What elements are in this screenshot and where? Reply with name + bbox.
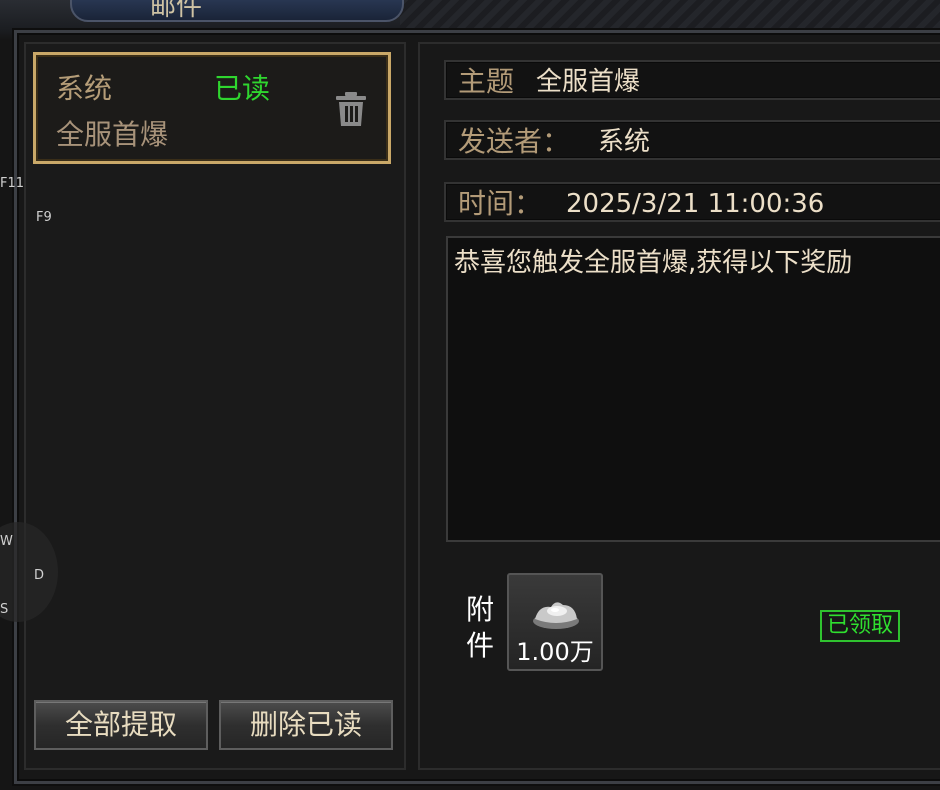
- top-ornament: [400, 0, 940, 30]
- subject-label: 主题: [458, 65, 515, 98]
- sender-label: 发送者：: [458, 125, 571, 158]
- mail-item-subject: 全服首爆: [56, 118, 169, 151]
- trash-icon[interactable]: [334, 91, 368, 127]
- title-plate: [70, 0, 404, 22]
- attachment-label-line1: 附: [465, 593, 494, 626]
- mail-list-item[interactable]: 系统 已读 全服首爆: [33, 52, 391, 164]
- attachment-count: 1.00万: [516, 638, 594, 666]
- mail-item-read-status: 已读: [214, 72, 271, 105]
- attachment-label-line2: 件: [465, 629, 494, 662]
- time-value: 2025/3/21 11:00:36: [566, 189, 825, 219]
- delete-read-button[interactable]: 删除已读: [219, 700, 393, 750]
- mail-body: 恭喜您触发全服首爆,获得以下奖励: [446, 236, 940, 542]
- subject-field: 主题 全服首爆: [444, 60, 940, 100]
- hotkey-f11-label: F11: [0, 176, 25, 191]
- claim-all-button[interactable]: 全部提取: [34, 700, 208, 750]
- hotkey-w-label: W: [0, 534, 13, 549]
- subject-value: 全服首爆: [536, 67, 641, 97]
- attachment-slot[interactable]: 1.00万: [507, 573, 603, 671]
- hotkey-d-label: D: [34, 568, 45, 583]
- sender-field: 发送者： 系统: [444, 120, 940, 160]
- window-title: 邮件: [150, 0, 203, 22]
- hotkey-f9-label: F9: [36, 210, 52, 225]
- mail-item-sender: 系统: [56, 72, 113, 105]
- hotkey-s-label: S: [0, 602, 9, 617]
- silver-ingot-icon: [533, 602, 579, 629]
- time-field: 时间： 2025/3/21 11:00:36: [444, 182, 940, 222]
- attachment-label: 附 件: [464, 592, 496, 664]
- time-label: 时间：: [458, 187, 543, 220]
- claimed-badge: 已领取: [820, 610, 900, 642]
- mail-body-text: 恭喜您触发全服首爆,获得以下奖励: [454, 248, 853, 278]
- sender-value: 系统: [598, 127, 651, 157]
